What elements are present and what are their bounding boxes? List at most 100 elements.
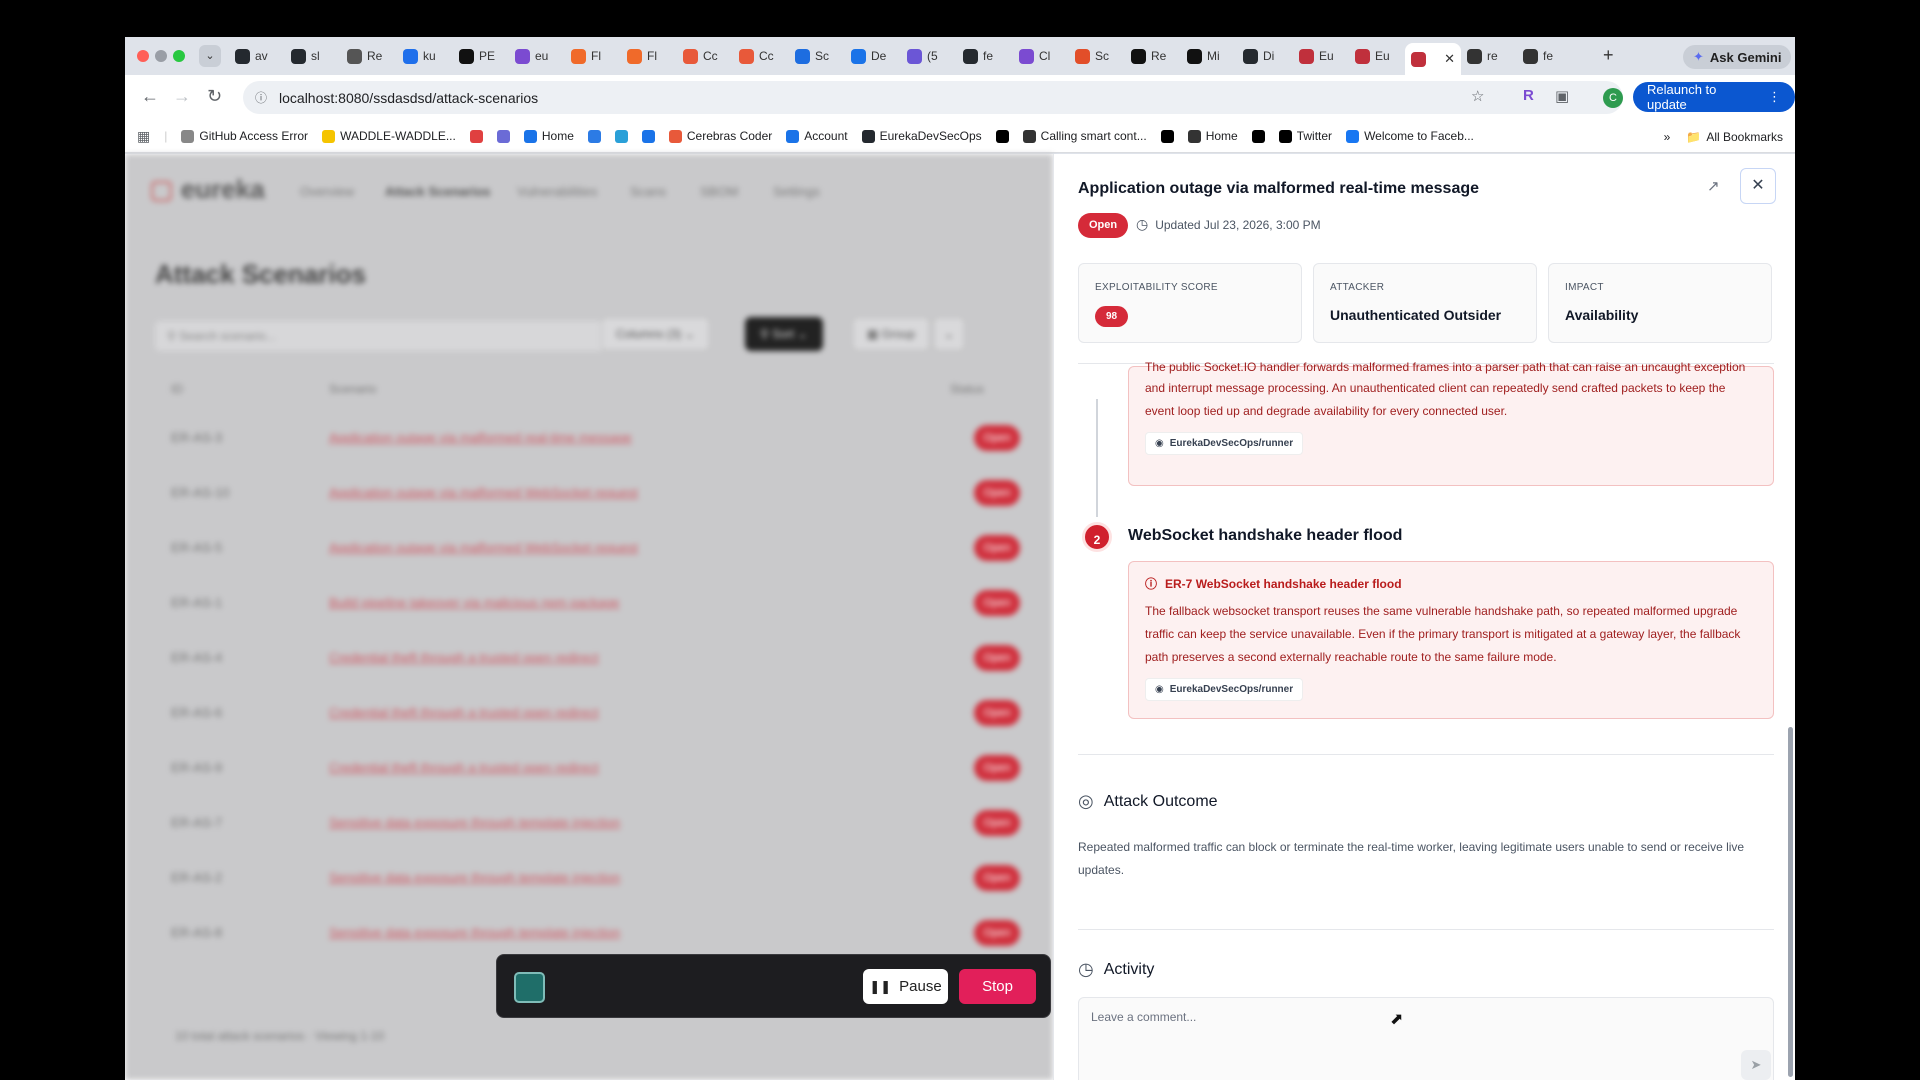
apps-grid-icon[interactable]: ▦ [137, 128, 150, 145]
bookmark-item[interactable] [1160, 129, 1174, 143]
profile-avatar[interactable]: C [1603, 88, 1623, 108]
browser-tab[interactable]: Eu [1293, 43, 1349, 69]
site-info-icon[interactable]: ⓘ [255, 89, 267, 106]
bookmark-item[interactable]: Account [786, 129, 848, 143]
browser-tab[interactable]: re [1461, 43, 1517, 69]
ask-gemini-button[interactable]: ✦ Ask Gemini [1683, 45, 1792, 69]
stop-button[interactable]: Stop [959, 969, 1036, 1004]
bookmark-item[interactable] [496, 129, 510, 143]
bookmark-item[interactable] [614, 129, 628, 143]
table-row[interactable]: ER-AS-1 Build pipeline takeover via malic… [149, 577, 1029, 632]
back-arrow-icon[interactable]: ← [141, 86, 159, 107]
bookmark-item[interactable]: Welcome to Faceb... [1346, 129, 1474, 143]
nav-vulnerabilities[interactable]: Vulnerabilities [517, 184, 597, 199]
row-scenario-link[interactable]: Sensitive data exposure through template… [329, 925, 620, 940]
browser-tab[interactable]: ku [397, 43, 453, 69]
browser-tab[interactable]: eu [509, 43, 565, 69]
nav-scans[interactable]: Scans [630, 184, 666, 199]
browser-tab[interactable]: Cl [1013, 43, 1069, 69]
search-input[interactable]: ⚲ Search scenario... [155, 321, 605, 351]
bookmark-item[interactable]: Home [523, 129, 574, 143]
comment-input[interactable]: Leave a comment... ➤ [1078, 997, 1774, 1080]
bookmark-item[interactable] [587, 129, 601, 143]
table-row[interactable]: ER-AS-10 Application outage via malformed… [149, 467, 1029, 522]
bookmark-item[interactable] [995, 129, 1009, 143]
close-window-button[interactable] [137, 50, 149, 62]
bookmark-item[interactable]: Twitter [1278, 129, 1332, 143]
table-row[interactable]: ER-AS-7 Sensitive data exposure through t… [149, 797, 1029, 852]
browser-tab[interactable]: (5 [901, 43, 957, 69]
bookmark-item[interactable]: GitHub Access Error [181, 129, 308, 143]
group-dropdown-button[interactable]: ⌄ [933, 317, 966, 351]
row-scenario-link[interactable]: Build pipeline takeover via malicious np… [329, 595, 620, 610]
browser-tab[interactable]: Di [1237, 43, 1293, 69]
open-external-icon[interactable]: ↗ [1707, 177, 1720, 195]
row-scenario-link[interactable]: Credential theft through a trusted open … [329, 760, 599, 775]
more-bookmarks-chevron-icon[interactable]: » [1664, 130, 1671, 144]
browser-tab[interactable]: fe [1517, 43, 1573, 69]
pause-button[interactable]: ❚❚ Pause [863, 969, 948, 1004]
row-scenario-link[interactable]: Credential theft through a trusted open … [329, 650, 599, 665]
close-panel-button[interactable]: ✕ [1740, 168, 1776, 204]
new-tab-button[interactable]: + [1603, 45, 1614, 66]
row-scenario-link[interactable]: Application outage via malformed WebSock… [329, 540, 638, 555]
address-bar[interactable]: ⓘ localhost:8080/ssdasdsd/attack-scenari… [243, 81, 1623, 114]
tab-search-icon[interactable]: ⌄ [199, 45, 221, 67]
bookmark-item[interactable]: EurekaDevSecOps [861, 129, 982, 143]
table-row[interactable]: ER-AS-4 Credential theft through a truste… [149, 632, 1029, 687]
browser-tab[interactable]: Re [1125, 43, 1181, 69]
relaunch-button[interactable]: Relaunch to update ⋮ [1633, 82, 1795, 112]
url-text[interactable]: localhost:8080/ssdasdsd/attack-scenarios [279, 90, 538, 106]
maximize-window-button[interactable] [173, 50, 185, 62]
browser-tab[interactable]: fe [957, 43, 1013, 69]
browser-tab[interactable]: De [845, 43, 901, 69]
close-tab-icon[interactable]: ✕ [1444, 51, 1455, 67]
browser-tab[interactable]: PE [453, 43, 509, 69]
table-row[interactable]: ER-AS-3 Application outage via malformed … [149, 412, 1029, 467]
row-scenario-link[interactable]: Application outage via malformed WebSock… [329, 485, 638, 500]
browser-tab[interactable]: Fl [565, 43, 621, 69]
table-row[interactable]: ER-AS-9 Credential theft through a truste… [149, 742, 1029, 797]
nav-sbom[interactable]: SBOM [700, 184, 738, 199]
bookmark-item[interactable]: WADDLE-WADDLE... [322, 129, 456, 143]
row-scenario-link[interactable]: Sensitive data exposure through template… [329, 870, 620, 885]
group-button[interactable]: ▦ Group [852, 317, 931, 351]
reload-icon[interactable]: ↻ [207, 86, 222, 107]
nav-settings[interactable]: Settings [773, 184, 820, 199]
row-scenario-link[interactable]: Credential theft through a trusted open … [329, 705, 599, 720]
bookmark-item[interactable]: Cerebras Coder [668, 129, 772, 143]
minimize-window-button[interactable] [155, 50, 167, 62]
browser-tab[interactable]: Sc [1069, 43, 1125, 69]
browser-tab[interactable]: Fl [621, 43, 677, 69]
browser-tab[interactable]: Eu [1349, 43, 1405, 69]
all-bookmarks-folder[interactable]: 📁 All Bookmarks [1686, 130, 1783, 144]
browser-tab[interactable]: Re [341, 43, 397, 69]
columns-button[interactable]: Columns (3) ⌄ [601, 317, 710, 351]
browser-tab[interactable]: Cc [677, 43, 733, 69]
bookmark-item[interactable]: Home [1187, 129, 1238, 143]
browser-tab[interactable]: sl [285, 43, 341, 69]
panel-scrollbar[interactable] [1788, 727, 1793, 1077]
row-scenario-link[interactable]: Application outage via malformed real-ti… [329, 430, 632, 445]
table-row[interactable]: ER-AS-6 Credential theft through a truste… [149, 687, 1029, 742]
sort-button[interactable]: ⚲ Sort ⌄ [745, 317, 823, 351]
nav-attack-scenarios[interactable]: Attack Scenarios [385, 184, 491, 199]
browser-tab[interactable]: Mi [1181, 43, 1237, 69]
browser-tab[interactable]: Sc [789, 43, 845, 69]
browser-tab[interactable]: av [229, 43, 285, 69]
bookmark-item[interactable] [1251, 129, 1265, 143]
browser-tab[interactable]: Cc [733, 43, 789, 69]
bookmark-item[interactable]: Calling smart cont... [1022, 129, 1147, 143]
bookmark-item[interactable] [641, 129, 655, 143]
repo-chip-2[interactable]: ◉ EurekaDevSecOps/runner [1145, 678, 1304, 701]
nav-overview[interactable]: Overview [300, 184, 354, 199]
bookmark-star-icon[interactable]: ☆ [1471, 87, 1484, 105]
extensions-puzzle-icon[interactable]: ▣ [1555, 87, 1569, 105]
row-scenario-link[interactable]: Sensitive data exposure through template… [329, 815, 620, 830]
bookmark-item[interactable] [469, 129, 483, 143]
forward-arrow-icon[interactable]: → [173, 86, 191, 107]
send-icon[interactable]: ➤ [1741, 1050, 1771, 1080]
table-row[interactable]: ER-AS-5 Application outage via malformed … [149, 522, 1029, 577]
repo-chip-1[interactable]: ◉ EurekaDevSecOps/runner [1145, 432, 1304, 455]
browser-tab[interactable]: ✕ [1405, 43, 1461, 75]
